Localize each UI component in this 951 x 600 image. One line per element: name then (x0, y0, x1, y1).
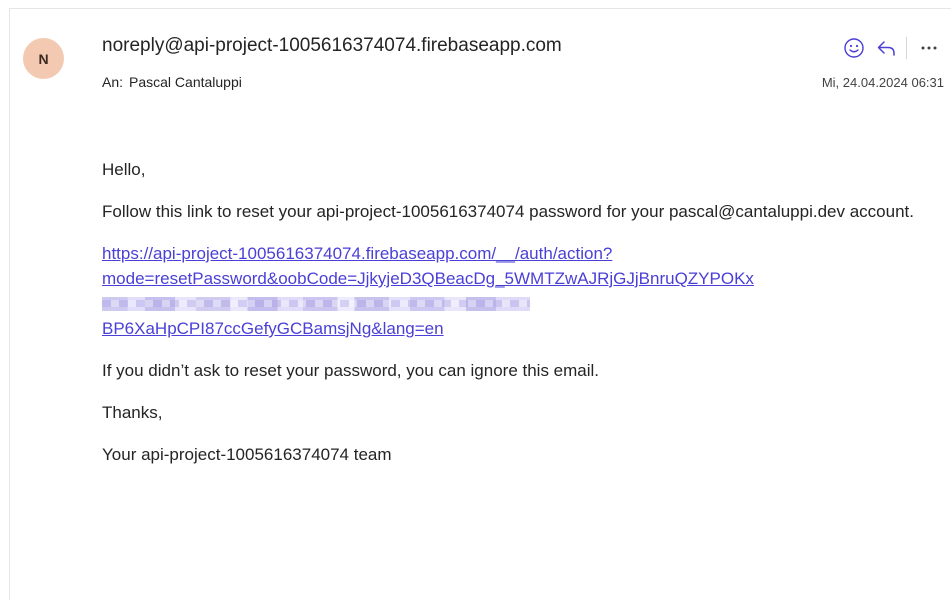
more-options-icon (921, 46, 937, 50)
more-options-button[interactable] (913, 35, 945, 61)
greeting-text: Hello, (102, 160, 146, 179)
redacted-link-segment[interactable] (102, 291, 932, 316)
emoji-react-button[interactable] (838, 35, 870, 61)
reply-icon (877, 41, 895, 56)
recipient-name[interactable]: Pascal Cantaluppi (129, 74, 242, 90)
received-date: Mi, 24.04.2024 06:31 (821, 75, 944, 90)
signature-text: Your api-project-1005616374074 team (102, 445, 392, 464)
emoji-react-icon (844, 38, 864, 58)
pixelated-redaction (102, 297, 530, 311)
ignore-note-text: If you didn’t ask to reset your password… (102, 361, 600, 380)
to-label: An: (102, 74, 124, 90)
recipient-row: An: Pascal Cantaluppi (102, 74, 242, 90)
sender-address[interactable]: noreply@api-project-1005616374074.fireba… (102, 35, 562, 57)
thanks-text: Thanks, (102, 403, 163, 422)
reset-link-line[interactable]: mode=resetPassword&oobCode=JjkyjeD3QBeac… (102, 266, 932, 291)
instruction-text: Follow this link to reset your api-proje… (102, 202, 914, 221)
message-body: Hello, Follow this link to reset your ap… (102, 157, 932, 484)
message-actions (838, 35, 945, 61)
reset-link-line[interactable]: https://api-project-1005616374074.fireba… (102, 241, 932, 266)
reset-link[interactable]: https://api-project-1005616374074.fireba… (102, 241, 932, 341)
actions-divider (906, 37, 907, 59)
sender-avatar[interactable]: N (23, 38, 64, 79)
reply-button[interactable] (870, 35, 902, 61)
email-reading-pane: N noreply@api-project-1005616374074.fire… (9, 8, 951, 600)
reset-link-line[interactable]: BP6XaHpCPI87ccGefyGCBamsjNg&lang=en (102, 316, 932, 341)
avatar-initial: N (38, 50, 49, 67)
